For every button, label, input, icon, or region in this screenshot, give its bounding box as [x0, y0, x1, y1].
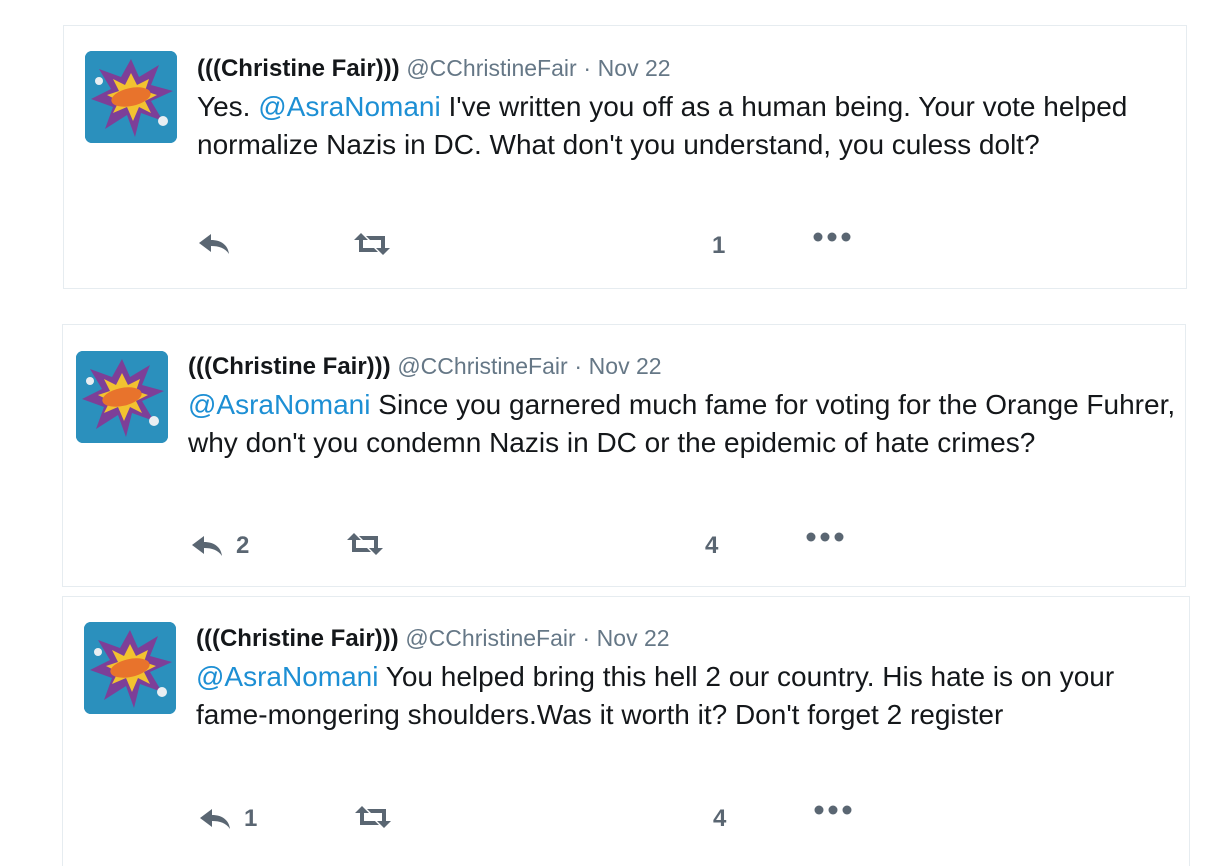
- avatar[interactable]: [85, 51, 177, 143]
- more-button[interactable]: [813, 805, 853, 815]
- retweet-button[interactable]: [352, 232, 392, 256]
- reply-icon: [200, 809, 230, 829]
- comic-burst-avatar-image: [76, 351, 168, 443]
- like-count: 4: [713, 805, 727, 832]
- author-name[interactable]: (((Christine Fair))): [188, 353, 391, 380]
- tweet-card[interactable]: (((Christine Fair))) @CChristineFair · N…: [63, 25, 1187, 289]
- more-dots-icon: [814, 805, 852, 815]
- mention-link[interactable]: @AsraNomani: [188, 389, 370, 420]
- reply-icon: [192, 536, 222, 556]
- author-name[interactable]: (((Christine Fair))): [197, 55, 400, 82]
- retweet-button[interactable]: [353, 805, 393, 829]
- tweet-date[interactable]: Nov 22: [598, 55, 671, 81]
- avatar[interactable]: [76, 351, 168, 443]
- like-count: 4: [705, 532, 719, 559]
- tweet-actions: 1 4: [198, 805, 898, 845]
- tweet-actions: 2 4: [190, 532, 890, 572]
- separator-dot: ·: [582, 625, 590, 651]
- retweet-icon: [354, 233, 390, 255]
- reply-button[interactable]: 1: [198, 805, 257, 833]
- like-count: 1: [712, 232, 726, 259]
- tweet-header: (((Christine Fair))) @CChristineFair · N…: [188, 351, 1178, 382]
- tweet-header: (((Christine Fair))) @CChristineFair · N…: [196, 623, 1176, 654]
- tweet-text: @AsraNomani Since you garnered much fame…: [188, 386, 1178, 462]
- comic-burst-avatar-image: [85, 51, 177, 143]
- retweet-button[interactable]: [345, 532, 385, 556]
- tweet-text: @AsraNomani You helped bring this hell 2…: [196, 658, 1176, 734]
- more-button[interactable]: [805, 532, 845, 542]
- tweet-card[interactable]: (((Christine Fair))) @CChristineFair · N…: [62, 596, 1190, 866]
- mention-link[interactable]: @AsraNomani: [196, 661, 378, 692]
- separator-dot: ·: [583, 55, 591, 81]
- reply-count: 1: [244, 805, 258, 832]
- author-handle[interactable]: @CChristineFair: [397, 353, 567, 379]
- more-button[interactable]: [812, 232, 852, 242]
- avatar[interactable]: [84, 622, 176, 714]
- retweet-icon: [347, 533, 383, 555]
- like-button[interactable]: 1: [712, 232, 725, 260]
- tweet-text-prefix: Yes.: [197, 91, 259, 122]
- tweet-date[interactable]: Nov 22: [589, 353, 662, 379]
- retweet-icon: [355, 806, 391, 828]
- tweet-actions: 1: [197, 232, 897, 272]
- author-handle[interactable]: @CChristineFair: [405, 625, 575, 651]
- tweet-card[interactable]: (((Christine Fair))) @CChristineFair · N…: [62, 324, 1186, 587]
- like-button[interactable]: 4: [713, 805, 726, 833]
- separator-dot: ·: [574, 353, 582, 379]
- tweet-text: Yes. @AsraNomani I've written you off as…: [197, 88, 1177, 164]
- reply-count: 2: [236, 532, 250, 559]
- comic-burst-avatar-image: [84, 622, 176, 714]
- tweet-header: (((Christine Fair))) @CChristineFair · N…: [197, 53, 1177, 84]
- reply-button[interactable]: 2: [190, 532, 249, 560]
- mention-link[interactable]: @AsraNomani: [258, 91, 440, 122]
- reply-button[interactable]: [197, 232, 243, 256]
- tweet-date[interactable]: Nov 22: [597, 625, 670, 651]
- reply-icon: [199, 234, 229, 254]
- more-dots-icon: [806, 532, 844, 542]
- like-button[interactable]: 4: [705, 532, 718, 560]
- more-dots-icon: [813, 232, 851, 242]
- author-name[interactable]: (((Christine Fair))): [196, 625, 399, 652]
- author-handle[interactable]: @CChristineFair: [406, 55, 576, 81]
